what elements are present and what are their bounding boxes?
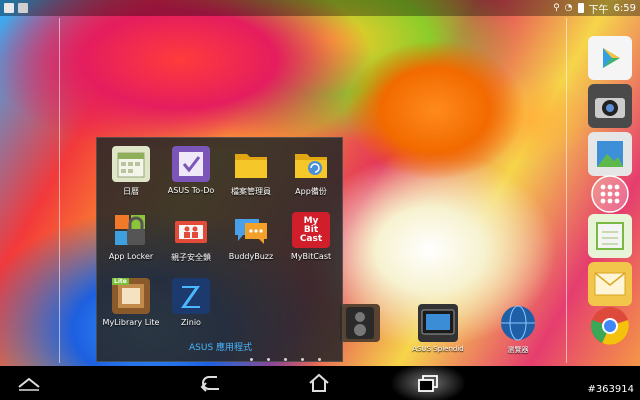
app-buddybuzz[interactable]: BuddyBuzz	[221, 212, 281, 268]
music-speaker-icon	[340, 304, 380, 342]
app-zinio[interactable]: Zinio	[161, 278, 221, 334]
watermark: #363914	[587, 384, 634, 395]
usb-icon: ⚲	[553, 3, 560, 13]
hide-keyboard-button[interactable]	[14, 371, 44, 395]
app-backup[interactable]: App備份	[281, 146, 341, 202]
app-locker[interactable]: App Locker	[101, 212, 161, 268]
back-arrow-icon	[200, 376, 219, 392]
page-dot	[267, 358, 270, 361]
calendar-icon	[112, 146, 150, 182]
camera-icon[interactable]	[588, 84, 632, 128]
status-bar: ⚲ ◔ 下午 6:59	[0, 0, 640, 16]
app-family-lock[interactable]: 親子安全鎖	[161, 212, 221, 268]
app-label: BuddyBuzz	[228, 252, 274, 261]
app-label: 親子安全鎖	[171, 253, 211, 262]
page-indicator	[250, 358, 321, 361]
page-dot	[318, 358, 321, 361]
app-mylibrary-lite[interactable]: Lite MyLibrary Lite	[101, 278, 161, 334]
splendid-icon	[418, 304, 458, 342]
back-button[interactable]	[196, 371, 226, 395]
battery-icon	[577, 3, 584, 13]
folder-icon	[232, 146, 270, 182]
globe-browser-icon	[498, 304, 538, 342]
app-mybitcast[interactable]: My Bit Cast MyBitCast	[281, 212, 341, 268]
app-label: App Locker	[108, 252, 154, 261]
download-icon	[18, 3, 28, 13]
app-label: ASUS To-Do	[167, 186, 215, 195]
folder-app-grid: 日曆 ASUS To-Do 檔案管理員 App備份 App Locker 親子安…	[97, 146, 344, 334]
status-time-prefix: 下午	[588, 4, 609, 16]
mybitcast-icon-text: Cast	[299, 233, 323, 244]
mybitcast-icon: My Bit Cast	[292, 212, 330, 248]
navigation-bar	[0, 366, 640, 400]
lock-icon	[112, 212, 150, 248]
home-button[interactable]	[304, 371, 334, 395]
desktop-app-splendid[interactable]: ASUS Splendid	[408, 304, 468, 353]
app-asus-todo[interactable]: ASUS To-Do	[161, 146, 221, 202]
page-dot	[284, 358, 287, 361]
family-lock-icon	[172, 212, 210, 248]
notes-lite-icon[interactable]	[588, 214, 632, 258]
app-label: MyBitCast	[290, 252, 332, 261]
app-label: 檔案管理員	[231, 187, 271, 196]
play-store-icon[interactable]	[588, 36, 632, 80]
left-edge-guide	[59, 18, 60, 363]
zinio-icon	[172, 278, 210, 314]
todo-check-icon	[172, 146, 210, 182]
recents-button[interactable]	[413, 371, 443, 395]
app-label: Zinio	[181, 318, 201, 327]
wifi-icon: ◔	[564, 3, 573, 13]
desktop-app-label: 瀏覽器	[507, 346, 529, 354]
asus-apps-folder: 日曆 ASUS To-Do 檔案管理員 App備份 App Locker 親子安…	[96, 137, 343, 362]
desktop-app-label: ASUS Splendid	[412, 345, 464, 353]
email-icon[interactable]	[588, 262, 632, 306]
recents-icon	[418, 375, 438, 392]
chrome-icon[interactable]	[588, 304, 632, 348]
app-label: App備份	[295, 187, 327, 196]
page-dot	[301, 358, 304, 361]
notification-image-icon	[4, 3, 14, 13]
right-edge-guide	[566, 18, 567, 363]
app-label: MyLibrary Lite	[102, 318, 160, 327]
chat-bubble-icon	[232, 212, 270, 248]
right-dock	[582, 28, 638, 358]
lite-badge: Lite	[112, 278, 129, 285]
library-book-icon: Lite	[112, 278, 150, 314]
folder-title[interactable]: ASUS 應用程式	[97, 340, 344, 353]
home-icon	[309, 373, 329, 392]
desktop-app-browser[interactable]: 瀏覽器	[488, 304, 548, 355]
app-label: 日曆	[123, 187, 139, 196]
gallery-icon[interactable]	[588, 132, 632, 176]
app-calendar[interactable]: 日曆	[101, 146, 161, 202]
status-time: 6:59	[613, 2, 636, 14]
app-file-manager[interactable]: 檔案管理員	[221, 146, 281, 202]
chevron-up-icon	[18, 377, 40, 391]
app-backup-icon	[292, 146, 330, 182]
all-apps-icon[interactable]	[588, 172, 632, 216]
page-dot	[250, 358, 253, 361]
